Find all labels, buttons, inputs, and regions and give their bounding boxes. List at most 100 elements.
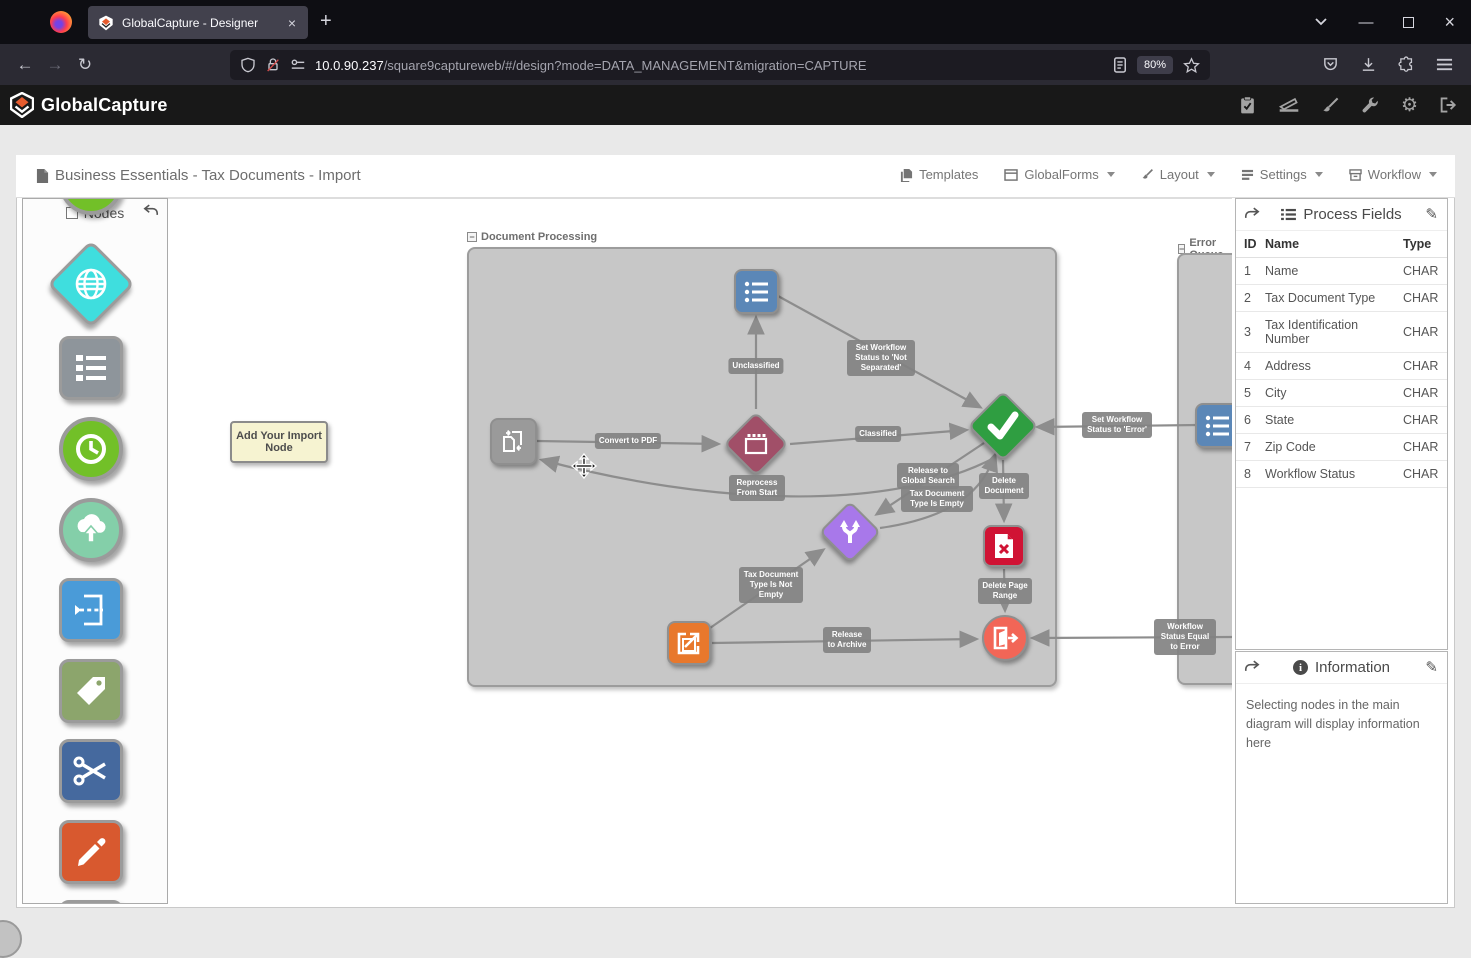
palette-node-web[interactable] (47, 240, 135, 328)
palette-node-cut[interactable] (59, 739, 123, 803)
extensions-icon[interactable] (1398, 56, 1415, 73)
convert-node[interactable] (490, 418, 537, 465)
browser-tab[interactable]: GlobalCapture - Designer × (88, 6, 308, 39)
gear-icon[interactable]: ⚙ (1401, 94, 1418, 117)
cloud-upload-icon (71, 512, 111, 548)
menu-label: GlobalForms (1024, 167, 1098, 182)
workflow-box-icon (1349, 169, 1362, 181)
tab-title: GlobalCapture - Designer (122, 16, 286, 30)
edge-label: Convert to PDF (595, 433, 661, 449)
corner-bubble (0, 920, 22, 958)
edge-label: Delete Document (979, 473, 1029, 499)
palette-node-separate[interactable] (59, 578, 123, 642)
convert-document-icon (499, 427, 529, 457)
app-header: GlobalCapture ⚙ (0, 85, 1471, 125)
sign-out-icon[interactable] (1439, 96, 1459, 114)
permissions-icon[interactable] (290, 58, 306, 72)
archive-node[interactable] (667, 621, 711, 665)
list-tabs-chevron-icon[interactable] (1314, 15, 1328, 29)
pocket-save-icon[interactable] (1322, 56, 1339, 73)
palette-node-schedule[interactable] (59, 417, 123, 481)
scanner-icon[interactable] (1278, 96, 1300, 114)
menu-hamburger-icon[interactable] (1436, 57, 1453, 72)
import-placeholder-note[interactable]: Add Your Import Node (230, 421, 328, 463)
undo-arrow-icon[interactable] (143, 203, 159, 217)
window-close-button[interactable]: × (1444, 12, 1455, 33)
menu-label: Templates (919, 167, 978, 182)
edge-label: Classified (855, 426, 901, 442)
zoom-level-badge[interactable]: 80% (1137, 56, 1173, 74)
layout-menu[interactable]: Layout (1141, 167, 1215, 182)
column-header-id: ID (1236, 231, 1261, 258)
information-title: Information (1315, 659, 1390, 676)
tag-icon (72, 672, 110, 710)
window-icon (743, 432, 769, 456)
redo-arrow-icon[interactable] (1244, 206, 1260, 220)
workflow-menu[interactable]: Workflow (1349, 167, 1437, 182)
url-path: /square9captureweb/#/design?mode=DATA_MA… (384, 58, 867, 73)
wrench-icon[interactable] (1361, 96, 1380, 115)
edit-pencil-icon[interactable]: ✎ (1425, 658, 1438, 676)
reader-view-icon[interactable] (1113, 57, 1127, 73)
palette-node-upload[interactable] (59, 498, 123, 562)
table-row[interactable]: 7Zip CodeCHAR (1236, 434, 1447, 461)
delete-document-node[interactable] (983, 525, 1025, 567)
door-exit-icon (991, 625, 1019, 651)
browser-tab-bar: GlobalCapture - Designer × + — × (0, 0, 1471, 44)
lock-disabled-icon[interactable] (265, 57, 281, 73)
menu-label: Layout (1160, 167, 1199, 182)
globalforms-menu[interactable]: GlobalForms (1004, 167, 1114, 182)
queue-node[interactable] (734, 269, 779, 314)
settings-menu[interactable]: Settings (1241, 167, 1323, 182)
document-icon (36, 168, 49, 184)
templates-icon (900, 168, 913, 182)
table-row[interactable]: 6StateCHAR (1236, 407, 1447, 434)
templates-menu[interactable]: Templates (900, 167, 978, 182)
chevron-down-icon (1429, 172, 1437, 177)
nodes-panel: Nodes (22, 198, 168, 904)
table-row[interactable]: 8Workflow StatusCHAR (1236, 461, 1447, 488)
shield-icon[interactable] (240, 57, 256, 73)
clock-icon (72, 430, 110, 468)
table-row[interactable]: 5CityCHAR (1236, 380, 1447, 407)
reload-button[interactable]: ↻ (70, 55, 100, 75)
scissors-icon (71, 753, 111, 789)
workflow-canvas[interactable]: − Document Processing − Error Queue (168, 198, 1232, 906)
site-favicon (98, 15, 114, 31)
validate-clipboard-icon[interactable] (1238, 96, 1257, 115)
url-text[interactable]: 10.0.90.237/square9captureweb/#/design?m… (315, 58, 1113, 73)
downloads-icon[interactable] (1360, 56, 1377, 73)
tab-close-icon[interactable]: × (286, 15, 298, 31)
back-button[interactable]: ← (10, 55, 40, 75)
brand-name: GlobalCapture (41, 95, 168, 116)
palette-node-list[interactable] (59, 336, 123, 400)
table-row[interactable]: 4AddressCHAR (1236, 353, 1447, 380)
bookmark-star-icon[interactable] (1183, 57, 1200, 74)
edge-label: Set Workflow Status to 'Error' (1082, 412, 1152, 438)
firefox-logo-icon[interactable] (50, 11, 72, 33)
edge-label: Tax Document Type Is Not Empty (739, 567, 803, 603)
error-queue-node[interactable] (1195, 403, 1232, 448)
menu-label: Workflow (1368, 167, 1421, 182)
url-bar[interactable]: 10.0.90.237/square9captureweb/#/design?m… (230, 50, 1210, 80)
globe-icon (71, 264, 111, 304)
page-split-icon (72, 591, 110, 629)
forward-button[interactable]: → (40, 55, 70, 75)
table-row[interactable]: 2Tax Document TypeCHAR (1236, 285, 1447, 312)
palette-node-partial-bottom[interactable] (59, 900, 123, 904)
palette-node-tag[interactable] (59, 659, 123, 723)
toolbar-row: Business Essentials - Tax Documents - Im… (16, 155, 1455, 198)
window-maximize-button[interactable] (1403, 17, 1414, 28)
new-tab-button[interactable]: + (320, 10, 332, 32)
edge-label: Tax Document Type Is Empty (901, 486, 973, 512)
export-icon (675, 629, 703, 657)
table-row[interactable]: 3Tax Identification NumberCHAR (1236, 312, 1447, 353)
redo-arrow-icon[interactable] (1244, 659, 1260, 673)
table-row[interactable]: 1NameCHAR (1236, 258, 1447, 285)
palette-node-edit[interactable] (59, 820, 123, 884)
end-node[interactable] (982, 615, 1028, 661)
window-minimize-button[interactable]: — (1358, 14, 1373, 31)
brush-icon[interactable] (1321, 96, 1340, 115)
edge-label: Set Workflow Status to 'Not Separated' (847, 340, 915, 376)
edit-pencil-icon[interactable]: ✎ (1425, 205, 1438, 223)
